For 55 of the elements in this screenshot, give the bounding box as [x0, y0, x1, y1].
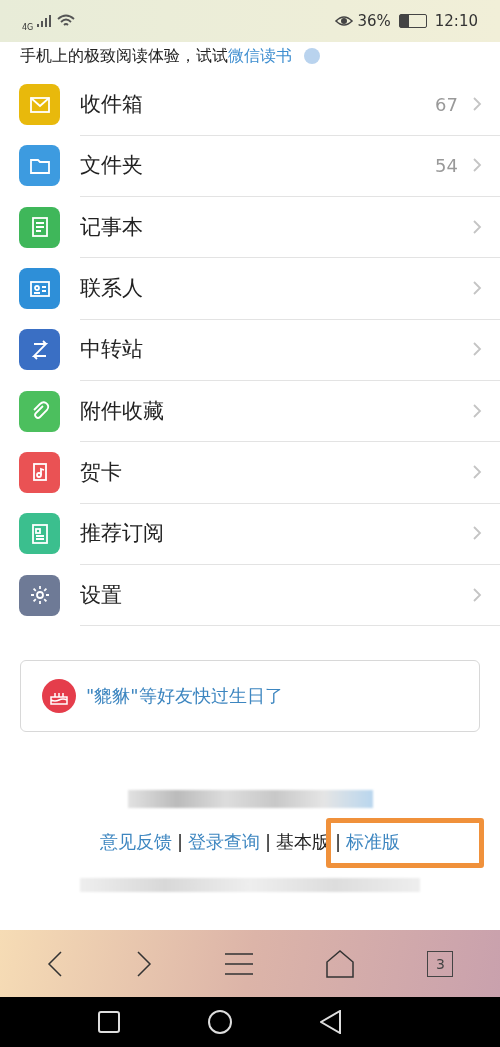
separator: |: [176, 831, 183, 853]
version-link[interactable]: 标准版: [346, 829, 401, 854]
chevron-icon: [472, 586, 482, 603]
chevron-icon: [472, 525, 482, 542]
chevron-icon: [472, 96, 482, 113]
item-count: 67: [435, 93, 458, 115]
network-label: 4G: [22, 22, 34, 32]
recent-apps-icon[interactable]: [98, 1011, 120, 1033]
chevron-icon: [472, 157, 482, 174]
menu-item[interactable]: 附件收藏: [0, 380, 500, 442]
version-link[interactable]: 意见反馈: [99, 829, 172, 854]
cake-icon: [42, 678, 76, 713]
menu-label: 收件箱: [80, 91, 144, 119]
battery-percent: 36%: [357, 12, 391, 30]
menu-label: 中转站: [80, 336, 144, 364]
clock-time: 12:10: [434, 12, 478, 30]
menu-label: 附件收藏: [80, 397, 165, 425]
tab-count[interactable]: 3: [427, 950, 454, 977]
menu-icon[interactable]: [224, 951, 253, 976]
promo-text: 手机上的极致阅读体验，试试微信读书: [20, 45, 292, 67]
menu-item[interactable]: 记事本: [0, 196, 500, 258]
signal-icon: [37, 15, 54, 27]
separator: |: [335, 831, 342, 853]
home-icon[interactable]: [326, 949, 355, 978]
menu-item[interactable]: 收件箱 67: [0, 74, 500, 136]
battery-icon: [398, 14, 427, 28]
birthday-card[interactable]: "貔貅"等好友快过生日了: [20, 659, 480, 732]
menu-label: 记事本: [80, 213, 144, 241]
home-circle-icon[interactable]: [208, 1010, 232, 1034]
chevron-icon: [472, 402, 482, 419]
menu-item[interactable]: 推荐订阅: [0, 503, 500, 565]
menu-label: 设置: [80, 581, 123, 609]
wifi-icon: [57, 14, 76, 28]
back-triangle-icon[interactable]: [320, 1010, 342, 1034]
chevron-icon: [472, 218, 482, 235]
birthday-text: "貔貅"等好友快过生日了: [86, 683, 283, 708]
menu-label: 贺卡: [80, 458, 123, 486]
separator: |: [264, 831, 272, 853]
back-icon[interactable]: [46, 949, 63, 978]
version-link[interactable]: 登录查询: [187, 829, 260, 854]
item-count: 54: [435, 154, 458, 176]
eye-icon: [335, 15, 354, 27]
forward-icon[interactable]: [135, 949, 152, 978]
menu-item[interactable]: 文件夹 54: [0, 135, 500, 197]
chevron-icon: [472, 341, 482, 358]
promo-link[interactable]: 微信读书: [228, 45, 292, 65]
menu-label: 联系人: [80, 275, 144, 303]
menu-item[interactable]: 中转站: [0, 319, 500, 381]
chevron-icon: [472, 280, 482, 297]
chevron-icon: [472, 463, 482, 480]
menu-item[interactable]: 设置: [0, 564, 500, 626]
menu-item[interactable]: 贺卡: [0, 441, 500, 504]
menu-label: 文件夹: [80, 152, 144, 180]
menu-label: 推荐订阅: [80, 520, 165, 548]
menu-item[interactable]: 联系人: [0, 257, 500, 320]
